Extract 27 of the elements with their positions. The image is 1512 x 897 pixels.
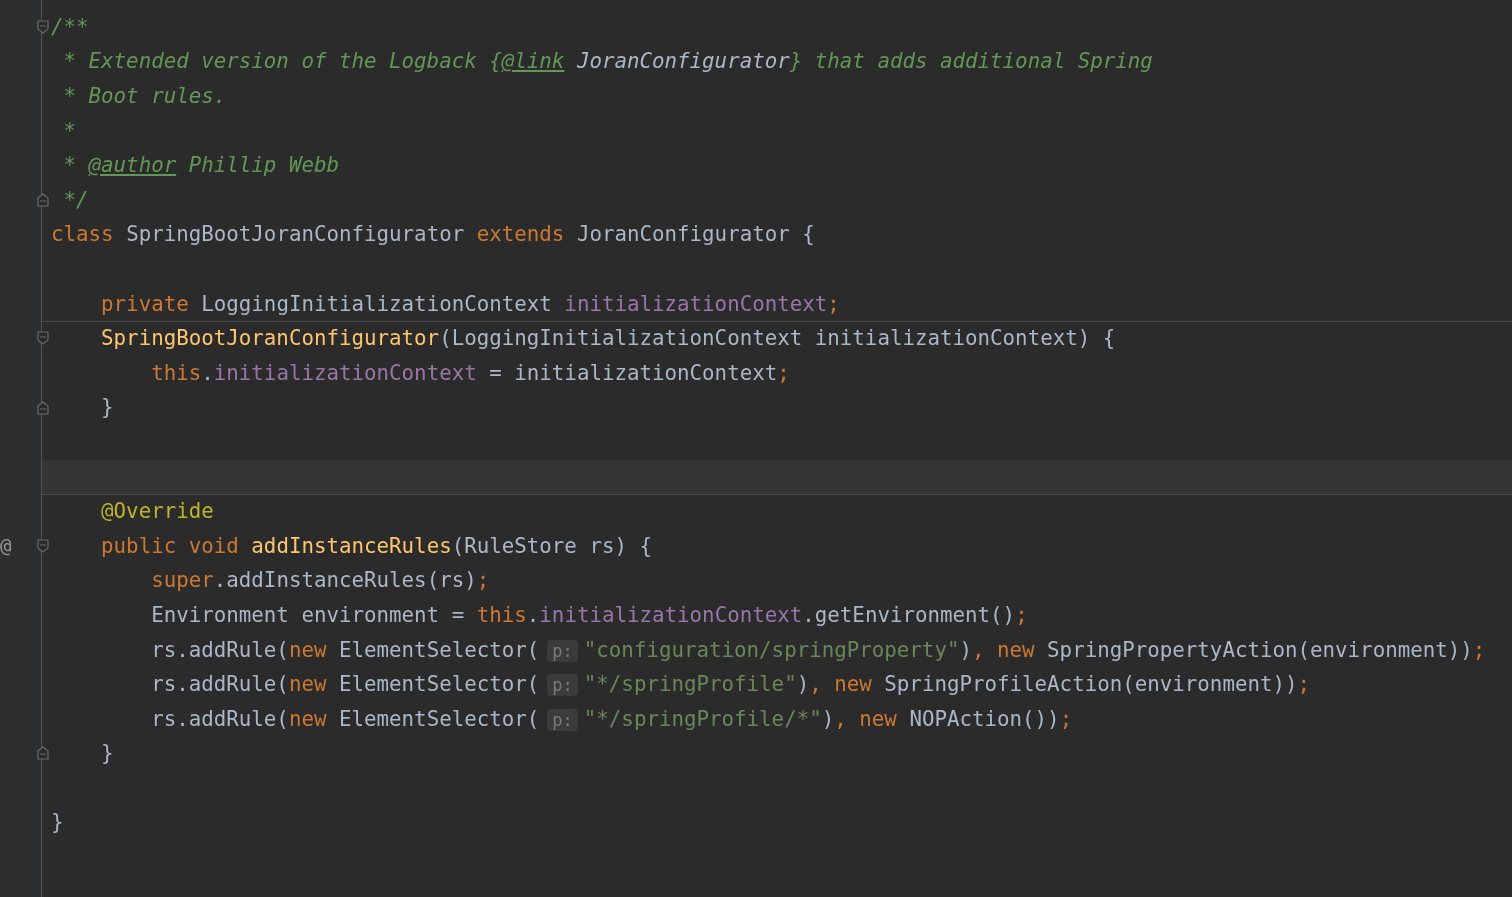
code-line: class SpringBootJoranConfigurator extends JoranConfigurator {	[51, 222, 815, 248]
code-line: }	[51, 810, 64, 836]
code-line: }	[100, 395, 114, 421]
code-line: rs.addRule(new ElementSelector( p: "configuration/springProperty"), new SpringPropertyAction(environment));	[150, 637, 1486, 663]
code-line: * Boot rules.	[62, 84, 227, 109]
code-line: * @author Phillip Webb	[62, 153, 339, 179]
code-line: rs.addRule(new ElementSelector( p: "*/springProfile/*"), new NOPAction());	[150, 706, 1073, 732]
fold-icon[interactable]	[37, 331, 49, 346]
code-line: @Override	[100, 499, 214, 525]
code-line: public void addInstanceRules(RuleStore rs) {	[100, 533, 653, 559]
code-line: rs.addRule(new ElementSelector( p: "*/springProfile"), new SpringProfileAction(environment));	[150, 672, 1311, 698]
code-line: }	[100, 741, 114, 767]
code-line: super.addInstanceRules(rs);	[150, 568, 490, 594]
fold-icon[interactable]	[37, 20, 49, 34]
fold-icon[interactable]	[37, 538, 49, 553]
code-line: */	[62, 187, 89, 213]
code-line: *	[62, 118, 77, 144]
code-line: /**	[51, 14, 89, 40]
code-line: SpringBootJoranConfigurator(LoggingInitializationContext initializationContext) {	[100, 326, 1116, 352]
code-line: Environment environment = this.initializationContext.getEnvironment();	[150, 602, 1028, 628]
code-line: * Extended version of the Logback {@link JoranConfigurator} that adds additional Spring	[62, 49, 1153, 75]
override-marker[interactable]: @	[0, 533, 12, 556]
code-line: private LoggingInitializationContext initializationContext;	[100, 291, 840, 317]
code-line: this.initializationContext = initializationContext;	[150, 360, 790, 386]
fold-icon[interactable]	[37, 400, 49, 415]
fold-icon[interactable]	[37, 192, 49, 207]
fold-icon[interactable]	[37, 746, 49, 761]
